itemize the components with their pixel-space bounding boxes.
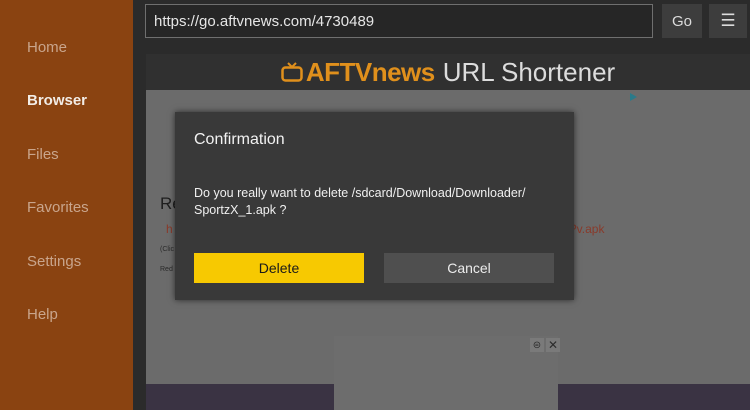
- browser-toolbar: https://go.aftvnews.com/4730489 Go ☰: [133, 0, 750, 48]
- site-logo[interactable]: AFTVnews URL Shortener: [281, 57, 615, 88]
- partial-small-text: (Clic: [160, 246, 174, 253]
- sidebar-item-browser[interactable]: Browser: [27, 92, 87, 109]
- url-input[interactable]: https://go.aftvnews.com/4730489: [145, 4, 653, 38]
- sidebar-item-home[interactable]: Home: [27, 39, 67, 56]
- delete-button[interactable]: Delete: [194, 253, 364, 283]
- dialog-message: Do you really want to delete /sdcard/Dow…: [194, 186, 526, 217]
- partial-link[interactable]: h: [166, 222, 173, 236]
- cancel-button[interactable]: Cancel: [384, 253, 554, 283]
- go-button[interactable]: Go: [662, 4, 702, 38]
- partial-link-apk[interactable]: ?v.apk: [570, 222, 604, 236]
- ad-info-icon[interactable]: ⊜: [530, 338, 544, 352]
- ad-banner[interactable]: [334, 336, 558, 410]
- sidebar-item-help[interactable]: Help: [27, 306, 58, 323]
- site-header: AFTVnews URL Shortener: [146, 54, 750, 90]
- confirmation-dialog: Confirmation Do you really want to delet…: [175, 112, 574, 300]
- sidebar-item-favorites[interactable]: Favorites: [27, 199, 89, 216]
- tv-icon: [281, 62, 303, 82]
- ad-close-icon[interactable]: ✕: [546, 338, 560, 352]
- sidebar-item-settings[interactable]: Settings: [27, 253, 81, 270]
- ad-choices-icon[interactable]: [630, 93, 637, 101]
- sidebar: Home Browser Files Favorites Settings He…: [0, 0, 133, 410]
- dialog-title: Confirmation: [194, 131, 285, 148]
- hamburger-icon[interactable]: ☰: [709, 4, 747, 38]
- partial-small-text: Red: [160, 266, 173, 273]
- site-brand: AFTVnews: [305, 56, 435, 87]
- site-title: URL Shortener: [442, 56, 616, 87]
- sidebar-item-files[interactable]: Files: [27, 146, 59, 163]
